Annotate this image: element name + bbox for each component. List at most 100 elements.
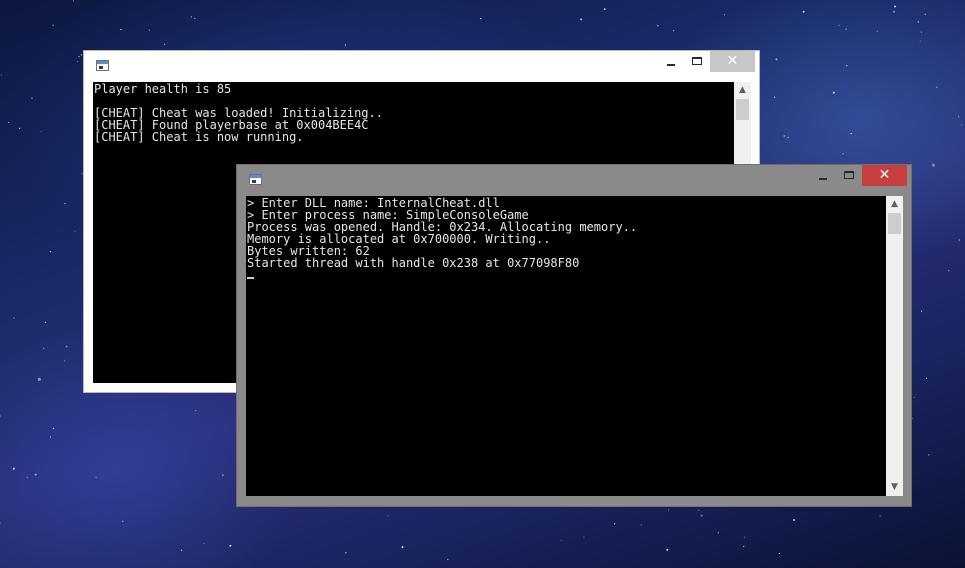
console-line: Player health is 85 [94, 82, 232, 96]
star [64, 203, 66, 205]
star [793, 519, 796, 521]
close-button[interactable]: ✕ [710, 51, 755, 72]
star [31, 97, 33, 99]
star [387, 515, 389, 517]
close-icon: ✕ [878, 167, 891, 183]
star [164, 43, 166, 45]
background-window-titlebar[interactable]: ✕ [84, 51, 759, 81]
console-text: Player health is 85 [CHEAT] Cheat was loa… [94, 83, 383, 143]
star [26, 476, 28, 479]
star [80, 54, 82, 56]
maximize-icon [844, 171, 854, 179]
star [37, 377, 41, 381]
star [52, 427, 55, 429]
scroll-up-arrow-icon[interactable]: ▲ [734, 82, 751, 99]
star [931, 163, 936, 167]
star [925, 377, 928, 379]
star [19, 127, 21, 129]
star [345, 552, 347, 554]
star [802, 10, 805, 13]
star [65, 345, 68, 348]
foreground-window-titlebar[interactable]: ✕ [237, 165, 911, 195]
background-window-controls: ✕ [658, 51, 755, 72]
star [924, 13, 926, 15]
close-button[interactable]: ✕ [862, 165, 907, 186]
foreground-console-window[interactable]: ✕ > Enter DLL name: InternalCheat.dll > E… [236, 164, 912, 507]
foreground-console-output[interactable]: > Enter DLL name: InternalCheat.dll > Ent… [246, 196, 886, 496]
console-text: > Enter DLL name: InternalCheat.dll > Ent… [247, 197, 637, 269]
star [49, 251, 52, 253]
star [0, 415, 1, 417]
star [845, 28, 847, 30]
console-app-icon [96, 60, 109, 71]
star [668, 509, 670, 511]
star [614, 523, 616, 525]
star [778, 552, 781, 555]
maximize-button[interactable] [836, 165, 862, 186]
scrollbar-thumb[interactable] [888, 213, 901, 234]
star [743, 545, 745, 548]
maximize-icon [692, 57, 702, 65]
star [958, 239, 960, 241]
text-cursor [247, 277, 254, 279]
star [787, 136, 789, 139]
star [894, 5, 896, 8]
star [948, 270, 950, 272]
star [12, 467, 15, 470]
star [917, 21, 919, 23]
star [195, 410, 197, 412]
star [775, 58, 778, 61]
star [45, 321, 47, 323]
star [960, 124, 962, 126]
star [657, 25, 659, 27]
star [743, 536, 746, 538]
vertical-scrollbar[interactable]: ▲ ▼ [886, 196, 903, 496]
star [920, 31, 923, 33]
star [580, 18, 583, 21]
scrollbar-thumb[interactable] [736, 99, 749, 120]
foreground-window-controls: ✕ [810, 165, 907, 186]
star [893, 10, 895, 13]
scroll-up-arrow-icon[interactable]: ▲ [886, 196, 903, 213]
star [700, 514, 703, 517]
star [936, 86, 938, 88]
minimize-icon [667, 64, 675, 66]
star [222, 474, 224, 476]
star [8, 121, 10, 124]
star [190, 16, 192, 18]
star [72, 0, 74, 2]
star [180, 549, 183, 551]
star [148, 29, 150, 31]
star [229, 544, 232, 547]
star [583, 536, 585, 538]
star [194, 17, 196, 19]
star [673, 30, 675, 32]
star [447, 558, 449, 561]
star [120, 29, 122, 31]
star [919, 40, 921, 42]
star [846, 65, 848, 67]
star [52, 24, 54, 26]
minimize-button[interactable] [810, 165, 836, 186]
star [928, 454, 930, 456]
maximize-button[interactable] [684, 51, 710, 72]
star [63, 360, 66, 362]
minimize-icon [819, 178, 827, 180]
star [850, 133, 852, 135]
minimize-button[interactable] [658, 51, 684, 72]
star [842, 153, 844, 155]
star [122, 520, 124, 522]
star [0, 522, 1, 524]
console-line: Started thread with handle 0x238 at 0x77… [247, 256, 580, 270]
star [913, 396, 915, 399]
star [74, 230, 76, 232]
star [344, 44, 346, 46]
star [78, 56, 80, 58]
star [724, 14, 726, 16]
star [76, 60, 79, 63]
scroll-down-arrow-icon[interactable]: ▼ [886, 479, 903, 496]
star [480, 18, 482, 20]
star [43, 347, 45, 349]
star [717, 532, 719, 534]
star [203, 542, 205, 544]
